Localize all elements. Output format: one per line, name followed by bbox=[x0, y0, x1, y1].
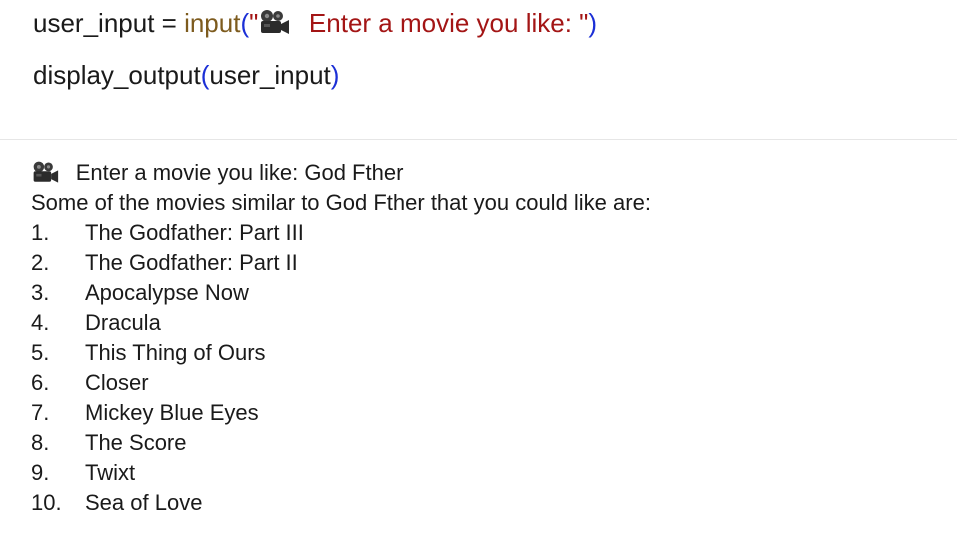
list-item: 9. Twixt bbox=[31, 458, 931, 488]
list-item-title: This Thing of Ours bbox=[85, 340, 266, 365]
code-line-display: display_output(user_input) bbox=[33, 62, 933, 88]
list-item-title: Sea of Love bbox=[85, 490, 203, 515]
list-item-title: Dracula bbox=[85, 310, 161, 335]
code-variable: user_input bbox=[33, 8, 155, 38]
code-operator: = bbox=[154, 8, 185, 38]
code-close-paren: ) bbox=[330, 60, 340, 90]
code-open-paren: ( bbox=[200, 60, 210, 90]
list-item-title: The Godfather: Part III bbox=[85, 220, 304, 245]
list-item-title: The Score bbox=[85, 430, 187, 455]
list-item-title: Apocalypse Now bbox=[85, 280, 249, 305]
list-item-number: 7. bbox=[31, 400, 50, 425]
list-item: 6. Closer bbox=[31, 368, 931, 398]
output-area: Enter a movie you like: God Fther Some o… bbox=[31, 158, 931, 518]
code-argument: user_input bbox=[209, 60, 331, 90]
code-function-input: input bbox=[184, 8, 241, 38]
code-string-quote: " bbox=[249, 8, 259, 38]
list-item-number: 1. bbox=[31, 220, 50, 245]
output-prompt-line: Enter a movie you like: God Fther bbox=[31, 158, 931, 188]
list-item: 3. Apocalypse Now bbox=[31, 278, 931, 308]
code-line-input: user_input = input(" Enter a movie you l… bbox=[33, 10, 933, 36]
list-item-title: Mickey Blue Eyes bbox=[85, 400, 259, 425]
list-item: 10. Sea of Love bbox=[31, 488, 931, 518]
output-intro: Some of the movies similar to God Fther … bbox=[31, 190, 651, 215]
list-item: 5. This Thing of Ours bbox=[31, 338, 931, 368]
movie-list: 1. The Godfather: Part III 2. The Godfathe… bbox=[31, 218, 931, 518]
code-cell[interactable]: user_input = input(" Enter a movie you l… bbox=[33, 10, 933, 88]
list-item-number: 10. bbox=[31, 490, 62, 515]
list-item-title: Closer bbox=[85, 370, 149, 395]
list-item-number: 5. bbox=[31, 340, 50, 365]
list-item-number: 3. bbox=[31, 280, 50, 305]
code-close-paren: ) bbox=[588, 8, 598, 38]
output-prompt-text: Enter a movie you like: God Fther bbox=[75, 160, 404, 185]
cell-divider bbox=[0, 139, 957, 140]
code-open-paren: ( bbox=[240, 8, 250, 38]
list-item-number: 8. bbox=[31, 430, 50, 455]
list-item: 2. The Godfather: Part II bbox=[31, 248, 931, 278]
list-item-number: 2. bbox=[31, 250, 50, 275]
code-string-text: Enter a movie you like: " bbox=[301, 8, 589, 38]
list-item: 4. Dracula bbox=[31, 308, 931, 338]
list-item-number: 6. bbox=[31, 370, 50, 395]
list-item: 1. The Godfather: Part III bbox=[31, 218, 931, 248]
list-item-title: The Godfather: Part II bbox=[85, 250, 298, 275]
code-function-display: display_output bbox=[33, 60, 201, 90]
list-item-number: 4. bbox=[31, 310, 50, 335]
list-item: 8. The Score bbox=[31, 428, 931, 458]
list-item-title: Twixt bbox=[85, 460, 136, 485]
list-item-number: 9. bbox=[31, 460, 50, 485]
list-item: 7. Mickey Blue Eyes bbox=[31, 398, 931, 428]
